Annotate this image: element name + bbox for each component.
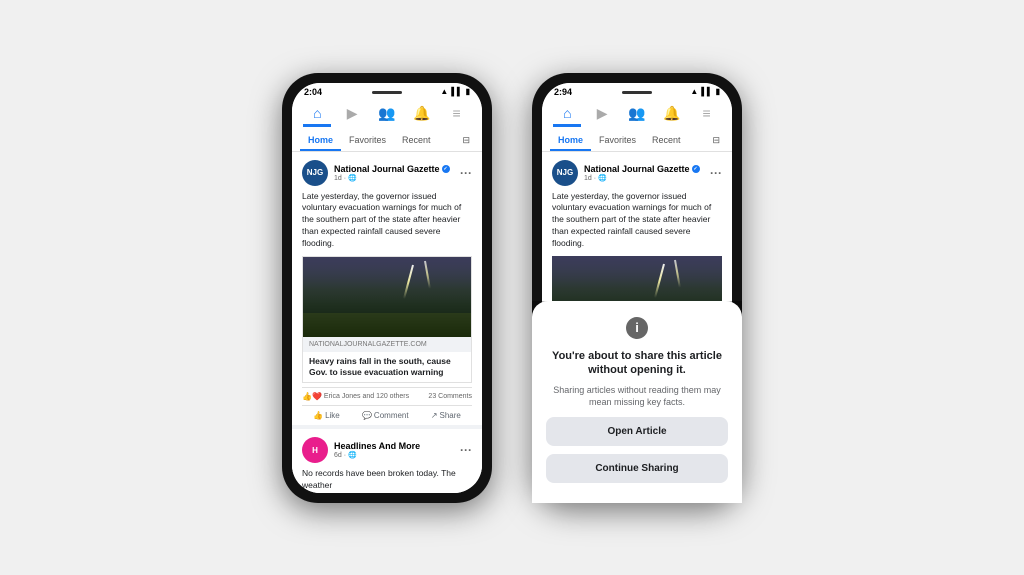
phone-speaker-right bbox=[622, 91, 652, 94]
post-card2-left: H Headlines And More 6d · 🌐 ··· No recor… bbox=[292, 429, 482, 492]
post-text-left: Late yesterday, the governor issued volu… bbox=[302, 191, 472, 250]
dialog-sheet: i You're about to share this article wit… bbox=[542, 301, 732, 493]
dialog-info-icon: i bbox=[626, 317, 648, 339]
verified-badge-right: ✓ bbox=[692, 165, 700, 173]
dialog-title: You're about to share this article witho… bbox=[546, 349, 728, 378]
sky-right bbox=[552, 256, 722, 304]
sky-left bbox=[303, 257, 471, 305]
nav-home-right[interactable]: ⌂ bbox=[553, 105, 581, 127]
post-author-info-left: National Journal Gazette ✓ 1d · 🌐 bbox=[334, 164, 454, 182]
post-author-info2-left: Headlines And More 6d · 🌐 bbox=[334, 441, 454, 459]
post-more-right[interactable]: ··· bbox=[710, 166, 722, 180]
time-right: 2:94 bbox=[554, 87, 572, 97]
reaction-info-left: 👍❤️ Erica Jones and 120 others bbox=[302, 392, 409, 401]
avatar-left: NJG bbox=[302, 160, 328, 186]
post-image-left bbox=[303, 257, 471, 337]
tab-home-right[interactable]: Home bbox=[550, 131, 591, 151]
lightning-bg-left bbox=[303, 257, 471, 337]
post-meta-left: 1d · 🌐 bbox=[334, 174, 454, 182]
avatar2-left: H bbox=[302, 437, 328, 463]
status-icons-left: ▲ ▌▌ ▮ bbox=[440, 87, 470, 96]
feed-left: NJG National Journal Gazette ✓ 1d · 🌐 ·· bbox=[292, 152, 482, 493]
link-title-left: Heavy rains fall in the south, cause Gov… bbox=[303, 352, 471, 382]
nav-video-right[interactable]: ▶ bbox=[588, 105, 616, 127]
link-domain-left: NATIONALJOURNALGAZETTE.COM bbox=[303, 337, 471, 352]
nav-video-left[interactable]: ▶ bbox=[338, 105, 366, 127]
continue-sharing-button[interactable]: Continue Sharing bbox=[546, 454, 728, 483]
fb-nav-left: ⌂ ▶ 👥 🔔 ≡ Home Favorites Recent ⊟ bbox=[292, 99, 482, 152]
post-card-left: NJG National Journal Gazette ✓ 1d · 🌐 ·· bbox=[292, 152, 482, 426]
dialog-overlay: i You're about to share this article wit… bbox=[542, 301, 732, 493]
fb-tabs-right: Home Favorites Recent ⊟ bbox=[542, 131, 732, 151]
post-header2-left: H Headlines And More 6d · 🌐 ··· bbox=[302, 437, 472, 463]
phone-screen-right: 2:94 ▲ ▌▌ ▮ ⌂ ▶ 👥 🔔 ≡ Home Favo bbox=[542, 83, 732, 493]
post-header-left: NJG National Journal Gazette ✓ 1d · 🌐 ·· bbox=[302, 160, 472, 186]
nav-home-left[interactable]: ⌂ bbox=[303, 105, 331, 127]
wifi-icon: ▲ bbox=[440, 87, 448, 96]
post-reactions-left: 👍❤️ Erica Jones and 120 others 23 Commen… bbox=[302, 387, 472, 405]
filter-icon-right[interactable]: ⊟ bbox=[708, 131, 724, 150]
wifi-icon-right: ▲ bbox=[690, 87, 698, 96]
phone-speaker-left bbox=[372, 91, 402, 94]
tab-home-left[interactable]: Home bbox=[300, 131, 341, 151]
dialog-subtitle: Sharing articles without reading them ma… bbox=[546, 385, 728, 408]
filter-icon-left[interactable]: ⊟ bbox=[458, 131, 474, 150]
post-actions-left: 👍 Like 💬 Comment ↗ Share bbox=[302, 405, 472, 425]
avatar-right: NJG bbox=[552, 160, 578, 186]
comments-count-left: 23 Comments bbox=[428, 393, 472, 400]
battery-icon: ▮ bbox=[466, 87, 470, 96]
comment-btn-left[interactable]: 💬 Comment bbox=[362, 411, 409, 420]
time-left: 2:04 bbox=[304, 87, 322, 97]
tab-recent-left[interactable]: Recent bbox=[394, 131, 439, 151]
tab-recent-right[interactable]: Recent bbox=[644, 131, 689, 151]
post-more-left[interactable]: ··· bbox=[460, 166, 472, 180]
tab-favorites-left[interactable]: Favorites bbox=[341, 131, 394, 151]
phone-left: 2:04 ▲ ▌▌ ▮ ⌂ ▶ 👥 🔔 ≡ Home Favo bbox=[282, 73, 492, 503]
fb-nav-icons-left: ⌂ ▶ 👥 🔔 ≡ bbox=[292, 101, 482, 131]
fb-tabs-left: Home Favorites Recent ⊟ bbox=[292, 131, 482, 151]
ground-left bbox=[303, 313, 471, 337]
phone-screen-left: 2:04 ▲ ▌▌ ▮ ⌂ ▶ 👥 🔔 ≡ Home Favo bbox=[292, 83, 482, 493]
nav-menu-right[interactable]: ≡ bbox=[693, 105, 721, 127]
link-preview-left: NATIONALJOURNALGAZETTE.COM Heavy rains f… bbox=[302, 256, 472, 383]
post-header-right: NJG National Journal Gazette ✓ 1d · 🌐 ·· bbox=[552, 160, 722, 186]
post-text-right: Late yesterday, the governor issued volu… bbox=[552, 191, 722, 250]
tab-favorites-right[interactable]: Favorites bbox=[591, 131, 644, 151]
signal-icon-right: ▌▌ bbox=[701, 87, 712, 96]
nav-bell-left[interactable]: 🔔 bbox=[408, 105, 436, 127]
fb-nav-right: ⌂ ▶ 👥 🔔 ≡ Home Favorites Recent ⊟ bbox=[542, 99, 732, 152]
nav-bell-right[interactable]: 🔔 bbox=[658, 105, 686, 127]
post-meta-right: 1d · 🌐 bbox=[584, 174, 704, 182]
post-text2-left: No records have been broken today. The w… bbox=[302, 468, 472, 492]
signal-icon: ▌▌ bbox=[451, 87, 462, 96]
nav-people-right[interactable]: 👥 bbox=[623, 105, 651, 127]
post-author-name-left: National Journal Gazette ✓ bbox=[334, 164, 454, 174]
post-meta2-left: 6d · 🌐 bbox=[334, 451, 454, 459]
fb-nav-icons-right: ⌂ ▶ 👥 🔔 ≡ bbox=[542, 101, 732, 131]
share-btn-left[interactable]: ↗ Share bbox=[431, 411, 461, 420]
status-icons-right: ▲ ▌▌ ▮ bbox=[690, 87, 720, 96]
like-emoji-left: 👍❤️ bbox=[302, 392, 322, 401]
nav-menu-left[interactable]: ≡ bbox=[443, 105, 471, 127]
post-author-name-right: National Journal Gazette ✓ bbox=[584, 164, 704, 174]
battery-icon-right: ▮ bbox=[716, 87, 720, 96]
post-author-name2-left: Headlines And More bbox=[334, 441, 454, 451]
nav-people-left[interactable]: 👥 bbox=[373, 105, 401, 127]
like-btn-left[interactable]: 👍 Like bbox=[313, 411, 340, 420]
post-author-info-right: National Journal Gazette ✓ 1d · 🌐 bbox=[584, 164, 704, 182]
open-article-button[interactable]: Open Article bbox=[546, 417, 728, 446]
post-more2-left[interactable]: ··· bbox=[460, 443, 472, 457]
verified-badge-left: ✓ bbox=[442, 165, 450, 173]
phone-right: 2:94 ▲ ▌▌ ▮ ⌂ ▶ 👥 🔔 ≡ Home Favo bbox=[532, 73, 742, 503]
scene: 2:04 ▲ ▌▌ ▮ ⌂ ▶ 👥 🔔 ≡ Home Favo bbox=[0, 0, 1024, 575]
